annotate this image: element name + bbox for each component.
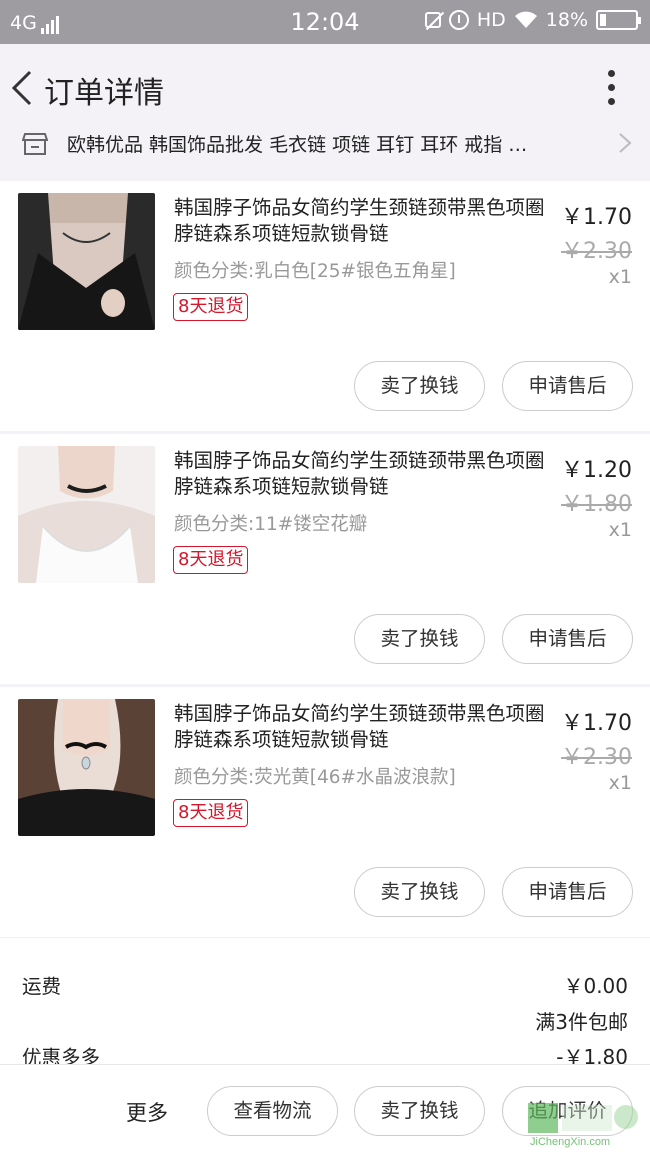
sell-button[interactable]: 卖了换钱 <box>354 614 485 664</box>
original-price: ￥2.30 <box>561 239 632 264</box>
after-sale-button[interactable]: 申请售后 <box>502 361 633 411</box>
product-sku: 颜色分类:荧光黄[46#水晶波浪款] <box>174 767 456 788</box>
page-title: 订单详情 <box>44 76 164 111</box>
product-price: ￥1.20 <box>561 458 632 483</box>
nav-header: 订单详情 <box>0 44 650 132</box>
sell-button[interactable]: 卖了换钱 <box>354 361 485 411</box>
return-policy-badge: 8天退货 <box>173 293 249 321</box>
product-sku: 颜色分类:11#镂空花瓣 <box>174 514 368 535</box>
sell-button[interactable]: 卖了换钱 <box>354 867 485 917</box>
store-icon <box>21 130 49 156</box>
quantity: x1 <box>608 266 632 288</box>
wifi-icon <box>514 11 538 29</box>
store-name: 欧韩优品 韩国饰品批发 毛衣链 项链 耳钉 耳环 戒指 … <box>67 134 528 156</box>
shipping-label: 运费 <box>22 975 62 998</box>
more-icon[interactable] <box>606 70 616 106</box>
store-row[interactable]: 欧韩优品 韩国饰品批发 毛衣链 项链 耳钉 耳环 戒指 … <box>0 124 650 168</box>
original-price: ￥1.80 <box>561 492 632 517</box>
after-sale-button[interactable]: 申请售后 <box>502 614 633 664</box>
return-policy-badge: 8天退货 <box>173 546 249 574</box>
status-icons: HD 18% <box>424 9 641 31</box>
product-sku: 颜色分类:乳白色[25#银色五角星] <box>174 261 456 282</box>
watermark-text: JiChengXin.com <box>530 1136 610 1148</box>
order-item[interactable]: 韩国脖子饰品女简约学生颈链颈带黑色项圈脖链森系项链短款锁骨链 颜色分类:11#镂… <box>0 434 650 684</box>
battery-icon <box>596 10 641 30</box>
view-logistics-button[interactable]: 查看物流 <box>207 1086 338 1136</box>
shipping-note: 满3件包邮 <box>535 1010 628 1034</box>
product-image[interactable] <box>18 193 155 330</box>
product-title[interactable]: 韩国脖子饰品女简约学生颈链颈带黑色项圈脖链森系项链短款锁骨链 <box>174 701 546 753</box>
product-title[interactable]: 韩国脖子饰品女简约学生颈链颈带黑色项圈脖链森系项链短款锁骨链 <box>174 195 546 247</box>
shipping-value: ￥0.00 <box>563 974 628 998</box>
more-link[interactable]: 更多 <box>126 1097 168 1127</box>
chevron-right-icon <box>618 132 632 154</box>
quantity: x1 <box>608 519 632 541</box>
order-summary: 运费 ￥0.00 满3件包邮 优惠多多 -￥1.80 <box>0 938 650 1069</box>
product-price: ￥1.70 <box>561 711 632 736</box>
sell-button[interactable]: 卖了换钱 <box>354 1086 485 1136</box>
product-image[interactable] <box>18 446 155 583</box>
mute-icon <box>424 12 441 28</box>
alarm-icon <box>448 10 469 30</box>
hd-label: HD <box>476 9 506 31</box>
product-price: ￥1.70 <box>561 205 632 230</box>
status-bar: 4G 12:04 HD 18% <box>0 0 650 44</box>
back-icon[interactable] <box>10 70 34 106</box>
product-title[interactable]: 韩国脖子饰品女简约学生颈链颈带黑色项圈脖链森系项链短款锁骨链 <box>174 448 546 500</box>
original-price: ￥2.30 <box>561 745 632 770</box>
battery-percent: 18% <box>545 9 588 31</box>
quantity: x1 <box>608 772 632 794</box>
watermark-logo: JiChengXin.com <box>526 1099 644 1149</box>
order-item[interactable]: 韩国脖子饰品女简约学生颈链颈带黑色项圈脖链森系项链短款锁骨链 颜色分类:荧光黄[… <box>0 687 650 937</box>
after-sale-button[interactable]: 申请售后 <box>502 867 633 917</box>
return-policy-badge: 8天退货 <box>173 799 249 827</box>
product-image[interactable] <box>18 699 155 836</box>
order-item[interactable]: 韩国脖子饰品女简约学生颈链颈带黑色项圈脖链森系项链短款锁骨链 颜色分类:乳白色[… <box>0 181 650 431</box>
